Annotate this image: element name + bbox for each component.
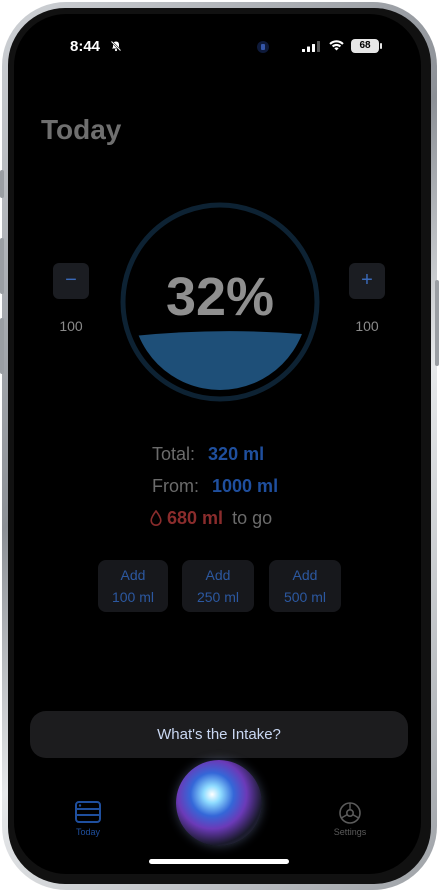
action-button xyxy=(0,170,4,198)
decrease-amount: 100 xyxy=(59,318,83,334)
page-title: Today xyxy=(41,114,122,145)
remaining-row: 680 ml to go xyxy=(150,508,272,529)
gauge-percent: 32% xyxy=(165,267,275,327)
from-value: 1000 ml xyxy=(212,476,279,496)
total-value: 320 ml xyxy=(208,444,265,464)
total-label: Total: xyxy=(152,444,196,464)
add-100-amount: 100 ml xyxy=(111,589,155,605)
wifi-icon xyxy=(329,40,344,51)
app-screen: 8:44 68 Today − 100 + 100 32% Total: 320… xyxy=(14,14,421,874)
status-time: 8:44 xyxy=(70,38,101,55)
add-100-button[interactable]: Add 100 ml xyxy=(98,560,168,612)
decrease-button[interactable]: − xyxy=(53,263,89,299)
from-row: From: 1000 ml xyxy=(152,476,278,497)
add-500-button[interactable]: Add 500 ml xyxy=(269,560,341,612)
add-500-amount: 500 ml xyxy=(283,589,327,605)
tab-settings[interactable]: Settings xyxy=(328,801,372,837)
tab-today-label: Today xyxy=(75,827,101,837)
add-100-label: Add xyxy=(120,567,146,583)
island-icon xyxy=(257,41,269,53)
cellular-signal-icon xyxy=(302,41,320,52)
siri-suggestion[interactable]: What's the Intake? xyxy=(30,711,408,758)
tab-today[interactable]: Today xyxy=(70,801,106,837)
add-500-label: Add xyxy=(292,567,318,583)
siri-orb[interactable] xyxy=(176,760,262,846)
total-row: Total: 320 ml xyxy=(152,444,264,465)
add-250-label: Add xyxy=(205,567,231,583)
volume-up-button xyxy=(0,238,4,294)
gear-icon xyxy=(339,802,361,824)
increase-amount: 100 xyxy=(355,318,379,334)
tab-settings-label: Settings xyxy=(333,827,367,837)
from-label: From: xyxy=(152,476,199,496)
add-250-button[interactable]: Add 250 ml xyxy=(182,560,254,612)
list-icon xyxy=(75,801,101,823)
battery-icon: 68 xyxy=(351,39,379,53)
add-250-amount: 250 ml xyxy=(196,589,240,605)
remaining-suffix: to go xyxy=(232,508,273,528)
remaining-value: 680 ml xyxy=(167,508,224,528)
volume-down-button xyxy=(0,318,4,374)
drop-icon xyxy=(150,509,162,526)
bell-slash-icon xyxy=(110,40,122,52)
battery-tip xyxy=(380,43,382,49)
increase-button[interactable]: + xyxy=(349,263,385,299)
home-indicator[interactable] xyxy=(149,859,289,864)
power-button xyxy=(435,280,439,366)
